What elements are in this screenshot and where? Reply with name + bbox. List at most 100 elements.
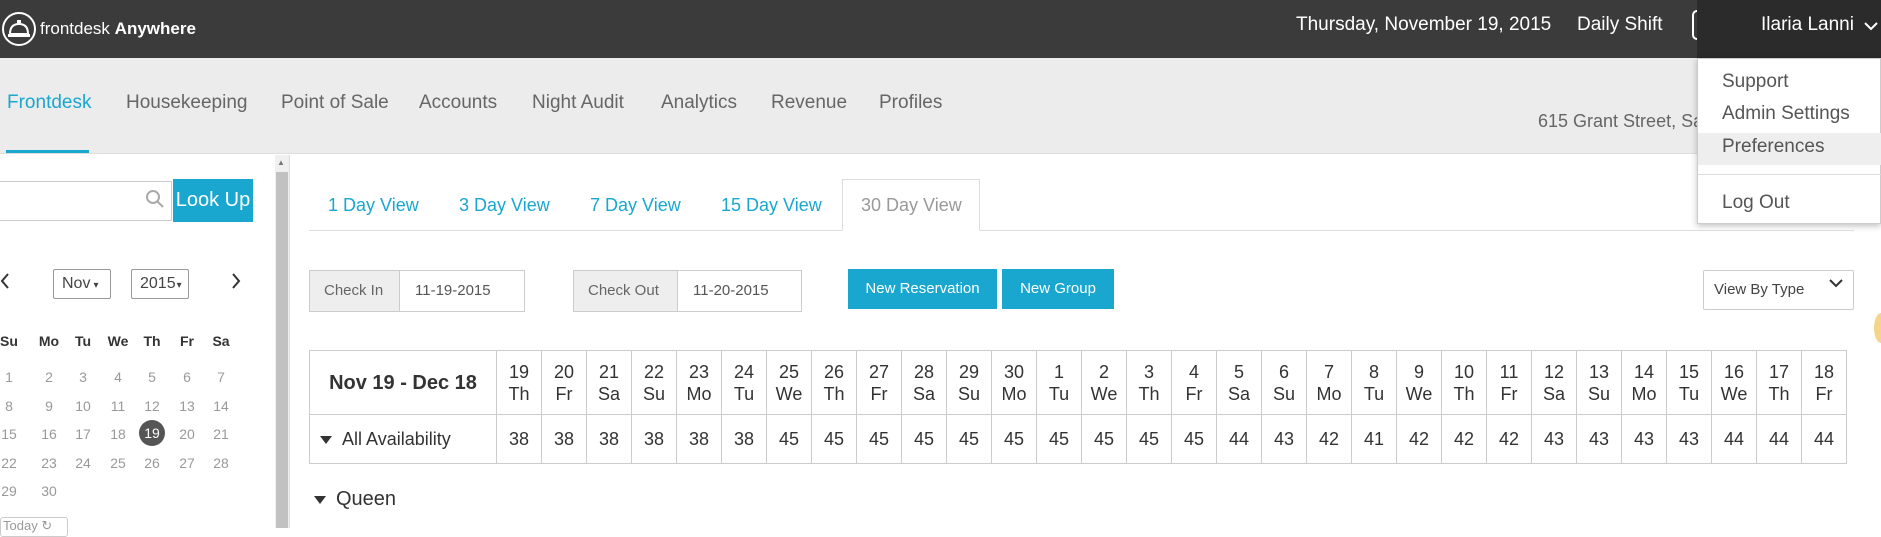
chevron-left-icon[interactable] [0,273,10,289]
calendar-day[interactable]: 27 [172,455,202,471]
availability-cell[interactable]: 43 [1666,414,1712,464]
availability-cell[interactable]: 44 [1216,414,1262,464]
calendar-day[interactable]: 23 [34,455,64,471]
availability-cell[interactable]: 45 [991,414,1037,464]
all-availability-toggle[interactable]: All Availability [309,414,497,464]
availability-cell[interactable]: 45 [766,414,812,464]
calendar-day[interactable]: 25 [103,455,133,471]
user-menu-toggle[interactable]: Ilaria Lanni [1697,0,1881,58]
check-in-date-input[interactable]: 11-19-2015 [399,270,525,312]
sidebar-scroll-thumb[interactable] [276,172,288,528]
year-select[interactable]: 2015▾ [131,269,189,299]
calendar-day[interactable]: 22 [0,455,24,471]
calendar-day[interactable]: 14 [206,398,236,414]
availability-cell[interactable]: 38 [586,414,632,464]
availability-cell[interactable]: 44 [1801,414,1847,464]
availability-cell[interactable]: 38 [676,414,722,464]
calendar-day[interactable]: 5 [137,369,167,385]
calendar-day[interactable]: 16 [34,426,64,442]
new-group-button[interactable]: New Group [1002,269,1114,309]
calendar-day[interactable]: 9 [34,398,64,414]
availability-cell[interactable]: 44 [1756,414,1802,464]
shift-link[interactable]: Daily Shift [1577,14,1663,36]
calendar-day[interactable]: 30 [34,483,64,499]
calendar-day[interactable]: 10 [68,398,98,414]
availability-cell[interactable]: 45 [901,414,947,464]
availability-cell[interactable]: 45 [1126,414,1172,464]
menu-item-admin-settings[interactable]: Admin Settings [1722,103,1850,125]
availability-cell[interactable]: 41 [1351,414,1397,464]
nav-revenue[interactable]: Revenue [771,92,847,114]
tab-7-day-view[interactable]: 7 Day View [590,195,681,216]
day-of-week: We [1090,383,1118,404]
calendar-day[interactable]: 3 [68,369,98,385]
availability-cell[interactable]: 45 [1081,414,1127,464]
side-handle[interactable] [1874,313,1881,343]
nav-housekeeping[interactable]: Housekeeping [126,92,247,114]
app-logo[interactable]: frontdesk Anywhere [2,8,196,50]
look-up-button[interactable]: Look Up [173,179,253,222]
today-button[interactable]: Today ↻ [0,517,68,537]
nav-point-of-sale[interactable]: Point of Sale [281,92,389,114]
tab-15-day-view[interactable]: 15 Day View [721,195,822,216]
availability-cell[interactable]: 42 [1441,414,1487,464]
menu-item-log-out[interactable]: Log Out [1722,192,1790,214]
availability-cell[interactable]: 45 [1036,414,1082,464]
availability-cell[interactable]: 38 [496,414,542,464]
availability-cell[interactable]: 38 [541,414,587,464]
tab-1-day-view[interactable]: 1 Day View [328,195,419,216]
menu-item-preferences[interactable]: Preferences [1722,136,1824,158]
availability-cell[interactable]: 43 [1261,414,1307,464]
nav-night-audit[interactable]: Night Audit [532,92,624,114]
tab-3-day-view[interactable]: 3 Day View [459,195,550,216]
availability-cell[interactable]: 43 [1531,414,1577,464]
availability-cell[interactable]: 45 [946,414,992,464]
calendar-day-today[interactable]: 19 [139,420,165,446]
chevron-down-icon[interactable] [1864,22,1878,32]
menu-item-support[interactable]: Support [1722,71,1789,93]
calendar-day[interactable]: 20 [172,426,202,442]
calendar-day[interactable]: 26 [137,455,167,471]
availability-cell[interactable]: 45 [811,414,857,464]
availability-cell[interactable]: 45 [1171,414,1217,464]
calendar-day[interactable]: 28 [206,455,236,471]
availability-cell[interactable]: 42 [1396,414,1442,464]
availability-cell[interactable]: 43 [1621,414,1667,464]
calendar-day[interactable]: 17 [68,426,98,442]
calendar-day[interactable]: 18 [103,426,133,442]
month-select[interactable]: Nov ▾ [53,269,111,299]
caret-down-icon[interactable] [314,495,326,504]
chevron-right-icon[interactable] [231,273,241,289]
calendar-day[interactable]: 6 [172,369,202,385]
calendar-day[interactable]: 2 [34,369,64,385]
availability-cell[interactable]: 45 [856,414,902,464]
tab-30-day-view[interactable]: 30 Day View [861,195,962,216]
availability-cell[interactable]: 44 [1711,414,1757,464]
availability-cell[interactable]: 38 [721,414,767,464]
availability-cell[interactable]: 42 [1306,414,1352,464]
calendar-day[interactable]: 13 [172,398,202,414]
calendar-day[interactable]: 4 [103,369,133,385]
scroll-up-arrow-icon[interactable]: ▲ [277,158,285,167]
nav-accounts[interactable]: Accounts [419,92,497,114]
availability-cell[interactable]: 42 [1486,414,1532,464]
day-number: 7 [1323,361,1334,382]
calendar-day[interactable]: 24 [68,455,98,471]
availability-cell[interactable]: 43 [1576,414,1622,464]
room-type-queen-row[interactable]: Queen [314,488,396,511]
calendar-day[interactable]: 21 [206,426,236,442]
view-by-type-select[interactable]: View By Type [1703,270,1854,310]
calendar-day[interactable]: 11 [103,398,133,414]
check-out-date-input[interactable]: 11-20-2015 [677,270,802,312]
nav-frontdesk[interactable]: Frontdesk [7,92,91,114]
calendar-day[interactable]: 12 [137,398,167,414]
new-reservation-button[interactable]: New Reservation [848,269,997,309]
nav-profiles[interactable]: Profiles [879,92,942,114]
nav-analytics[interactable]: Analytics [661,92,737,114]
calendar-day[interactable]: 1 [0,369,24,385]
availability-cell[interactable]: 38 [631,414,677,464]
calendar-day[interactable]: 29 [0,483,24,499]
calendar-day[interactable]: 7 [206,369,236,385]
calendar-day[interactable]: 15 [0,426,24,442]
calendar-day[interactable]: 8 [0,398,24,414]
